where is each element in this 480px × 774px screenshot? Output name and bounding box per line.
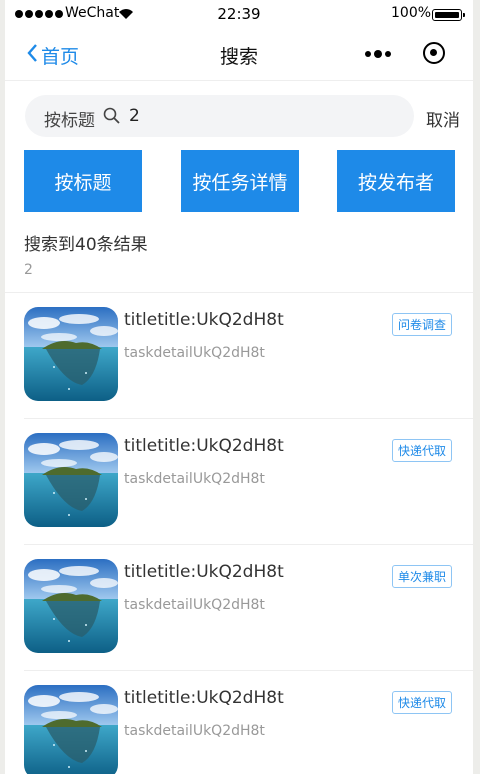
cancel-button[interactable]: 取消 bbox=[426, 106, 460, 131]
search-input[interactable]: 按标题 2 bbox=[25, 95, 414, 137]
category-tag: 单次兼职 bbox=[392, 565, 453, 588]
search-query-text: 2 bbox=[129, 106, 140, 126]
item-title: titletitle:UkQ2dH8t bbox=[124, 562, 284, 582]
list-item[interactable]: titletitle:UkQ2dH8t taskdetailUkQ2dH8t 快… bbox=[5, 419, 473, 545]
category-tag: 快递代取 bbox=[392, 691, 453, 714]
category-tag: 问卷调查 bbox=[392, 313, 453, 336]
filter-by-detail-button[interactable]: 按任务详情 bbox=[181, 150, 299, 212]
list-item[interactable]: titletitle:UkQ2dH8t taskdetailUkQ2dH8t 问… bbox=[5, 293, 473, 419]
item-detail: taskdetailUkQ2dH8t bbox=[124, 597, 265, 613]
query-echo: 2 bbox=[24, 262, 33, 278]
target-icon[interactable] bbox=[423, 42, 445, 64]
task-thumbnail bbox=[24, 559, 118, 653]
status-bar: WeChat 22:39 100% bbox=[5, 0, 473, 30]
search-field-prefix: 按标题 bbox=[44, 111, 95, 131]
task-thumbnail bbox=[24, 307, 118, 401]
list-item[interactable]: titletitle:UkQ2dH8t taskdetailUkQ2dH8t 快… bbox=[5, 671, 473, 774]
phone-screen: WeChat 22:39 100% 首页 搜索 按标题 2 取消 按标题 按任务… bbox=[5, 0, 473, 774]
task-thumbnail bbox=[24, 685, 118, 774]
item-title: titletitle:UkQ2dH8t bbox=[124, 310, 284, 330]
task-thumbnail bbox=[24, 433, 118, 527]
item-detail: taskdetailUkQ2dH8t bbox=[124, 471, 265, 487]
item-detail: taskdetailUkQ2dH8t bbox=[124, 723, 265, 739]
filter-by-publisher-button[interactable]: 按发布者 bbox=[337, 150, 455, 212]
navigation-bar: 首页 搜索 bbox=[5, 30, 473, 81]
item-detail: taskdetailUkQ2dH8t bbox=[124, 345, 265, 361]
list-item[interactable]: titletitle:UkQ2dH8t taskdetailUkQ2dH8t 单… bbox=[5, 545, 473, 671]
search-icon bbox=[103, 107, 120, 128]
more-dots-icon[interactable] bbox=[365, 50, 391, 58]
battery-percentage: 100% bbox=[391, 5, 432, 21]
item-title: titletitle:UkQ2dH8t bbox=[124, 436, 284, 456]
result-count: 搜索到40条结果 bbox=[24, 235, 148, 255]
item-title: titletitle:UkQ2dH8t bbox=[124, 688, 284, 708]
page-title: 搜索 bbox=[219, 46, 258, 68]
filter-by-title-button[interactable]: 按标题 bbox=[24, 150, 142, 212]
category-tag: 快递代取 bbox=[392, 439, 453, 462]
battery-icon bbox=[432, 9, 465, 21]
